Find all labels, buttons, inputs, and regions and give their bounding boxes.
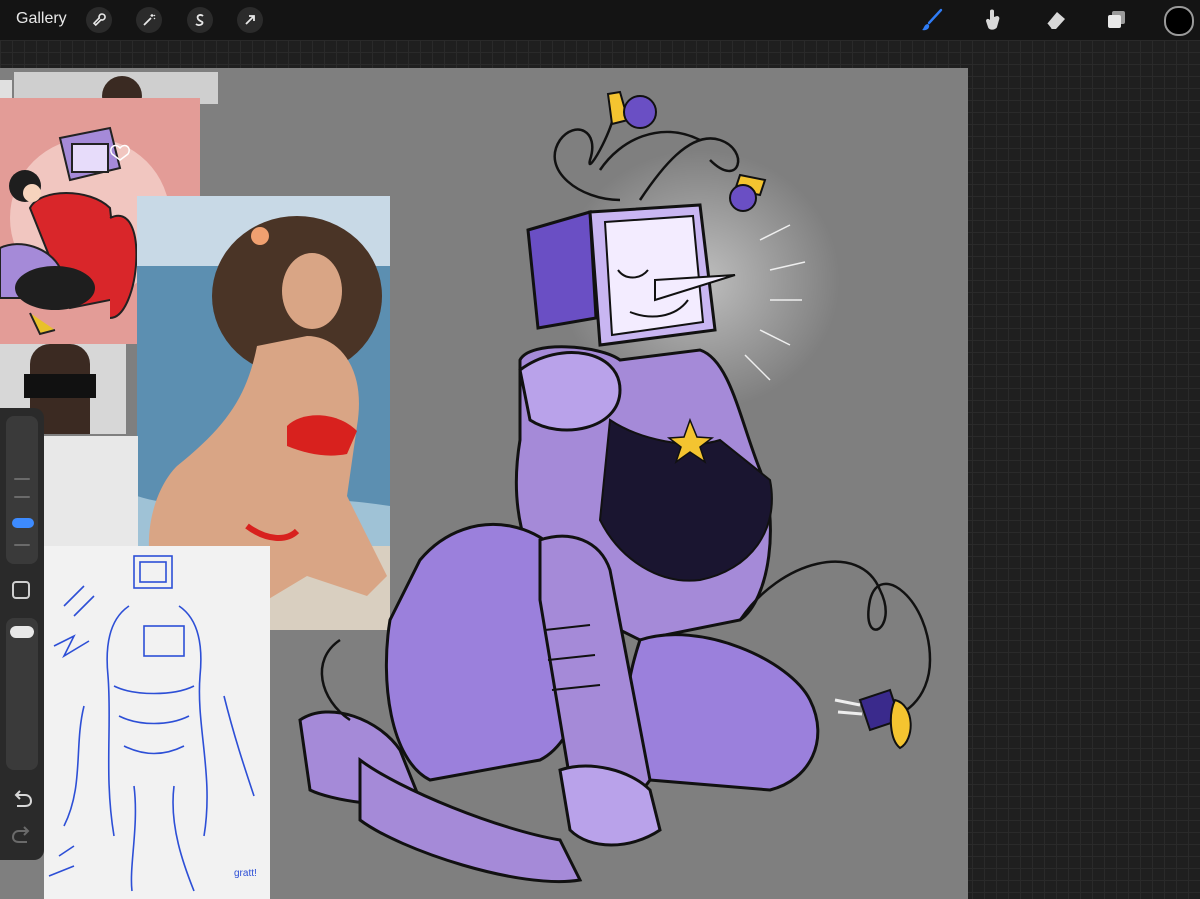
redo-button[interactable]: [11, 826, 33, 851]
actions-button[interactable]: [86, 7, 112, 33]
brush-tool-button[interactable]: [918, 6, 946, 34]
smudge-finger-icon: [986, 9, 1000, 30]
selection-s-icon: [195, 14, 204, 27]
brush-icon: [922, 8, 943, 31]
opacity-handle[interactable]: [10, 626, 34, 638]
brush-size-slider[interactable]: [6, 416, 38, 564]
tool-sidebar: [0, 408, 44, 860]
reference-sheet: [44, 436, 138, 546]
undo-button[interactable]: [11, 790, 33, 815]
eraser-icon: [1046, 12, 1065, 30]
reference-sketch: gratt!: [44, 546, 270, 899]
brush-size-handle[interactable]: [12, 518, 34, 528]
opacity-slider[interactable]: [6, 618, 38, 770]
drawing-canvas[interactable]: gratt!: [0, 68, 968, 899]
layers-icon: [1108, 11, 1125, 28]
layers-button[interactable]: [1103, 6, 1131, 34]
redo-icon: [11, 826, 30, 843]
robot-drawing: [298, 90, 932, 884]
gallery-button[interactable]: Gallery: [16, 10, 67, 28]
square-modify-icon[interactable]: [12, 581, 30, 599]
selection-button[interactable]: [187, 7, 213, 33]
top-toolbar: Gallery: [0, 0, 1200, 40]
magic-wand-icon: [143, 14, 156, 26]
undo-icon: [14, 790, 33, 807]
sketch-note: gratt!: [234, 868, 257, 879]
color-picker-button[interactable]: [1164, 6, 1194, 36]
wrench-icon: [92, 13, 106, 27]
adjustments-button[interactable]: [136, 7, 162, 33]
arrow-cursor-icon: [245, 15, 255, 25]
transform-button[interactable]: [237, 7, 263, 33]
eraser-tool-button[interactable]: [1042, 6, 1070, 34]
smudge-tool-button[interactable]: [980, 6, 1008, 34]
